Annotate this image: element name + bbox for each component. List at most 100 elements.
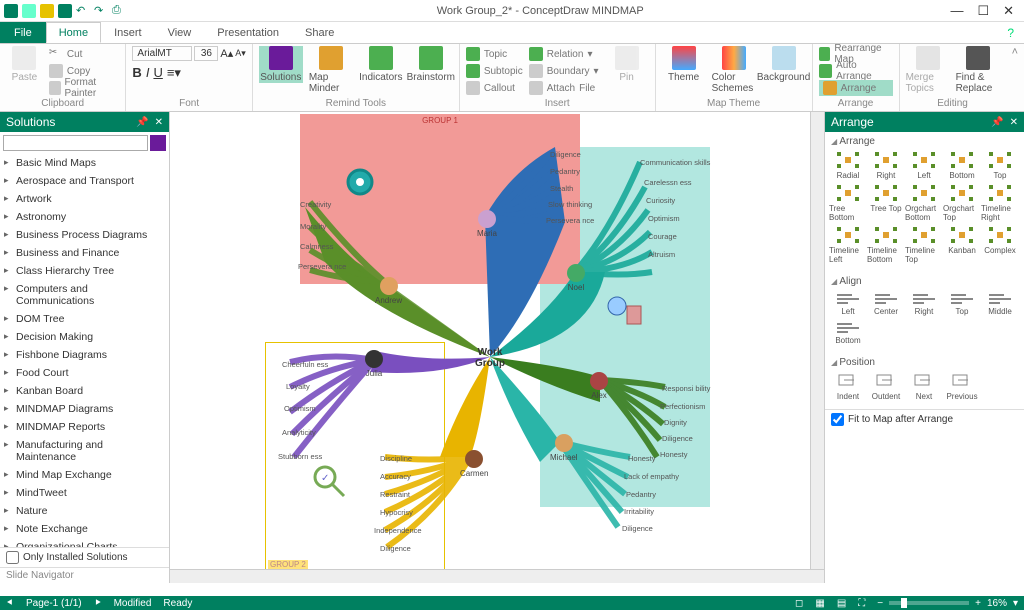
solutions-item[interactable]: Basic Mind Maps: [0, 154, 169, 172]
person-andrew[interactable]: Andrew: [375, 277, 402, 305]
trait-label[interactable]: Calmness: [300, 242, 333, 251]
arrange-item[interactable]: Left: [905, 151, 943, 180]
canvas[interactable]: GROUP 1 GROUP 2 ✓: [170, 112, 810, 569]
trait-label[interactable]: Pedantry: [550, 167, 580, 176]
open-icon[interactable]: [40, 4, 54, 18]
close-button[interactable]: ✕: [1003, 3, 1014, 19]
boundary-button[interactable]: Boundary▾: [529, 63, 599, 79]
arrange-item[interactable]: Bottom: [943, 151, 981, 180]
arrange-item[interactable]: Tree Bottom: [829, 184, 867, 222]
new-icon[interactable]: [22, 4, 36, 18]
status-next-icon[interactable]: ⯈: [94, 598, 102, 609]
trait-label[interactable]: Irritability: [624, 507, 654, 516]
trait-label[interactable]: Courage: [648, 232, 677, 241]
trait-label[interactable]: Honesty: [660, 450, 688, 459]
trait-label[interactable]: Independence: [374, 526, 422, 535]
status-view-icon-2[interactable]: ▦: [815, 598, 824, 609]
attach-button[interactable]: Attach File: [529, 80, 599, 96]
person-julia[interactable]: Julia: [365, 350, 383, 378]
trait-label[interactable]: Altruism: [648, 250, 675, 259]
trait-label[interactable]: Optimism: [284, 404, 316, 413]
find-replace-button[interactable]: Find & Replace: [956, 46, 1000, 94]
arrange-item[interactable]: Timeline Top: [905, 226, 943, 264]
font-size-select[interactable]: 36: [194, 46, 218, 61]
underline-button[interactable]: U: [153, 65, 162, 81]
trait-label[interactable]: Perfectionism: [660, 402, 705, 411]
brainstorm-button[interactable]: Brainstorm: [409, 46, 453, 83]
map-minder-button[interactable]: Map Minder: [309, 46, 353, 94]
solutions-item[interactable]: Business and Finance: [0, 244, 169, 262]
solutions-item[interactable]: Aerospace and Transport: [0, 172, 169, 190]
arrange-item[interactable]: Tree Top: [867, 184, 905, 222]
trait-label[interactable]: Cheerfuln ess: [282, 360, 328, 369]
trait-label[interactable]: Stubborn ess: [278, 452, 322, 461]
fit-to-map-checkbox[interactable]: Fit to Map after Arrange: [825, 409, 1024, 429]
theme-button[interactable]: Theme: [662, 46, 706, 83]
status-prev-icon[interactable]: ⯇: [6, 598, 14, 609]
trait-label[interactable]: Stealth: [550, 184, 573, 193]
zoom-control[interactable]: − + 16% ▾: [877, 598, 1018, 609]
trait-label[interactable]: Lack of empathy: [624, 472, 679, 481]
merge-topics-button[interactable]: Merge Topics: [906, 46, 950, 94]
trait-label[interactable]: Responsi bility: [662, 384, 710, 393]
redo-icon[interactable]: ↷: [94, 4, 108, 18]
maximize-button[interactable]: ☐: [977, 3, 989, 19]
status-view-icon-1[interactable]: ◻: [795, 598, 803, 609]
trait-label[interactable]: Morality: [300, 222, 326, 231]
trait-label[interactable]: Persevera nce: [298, 262, 346, 271]
solutions-item[interactable]: MindTweet: [0, 484, 169, 502]
arrange-item[interactable]: Complex: [981, 226, 1019, 264]
solutions-item[interactable]: DOM Tree: [0, 310, 169, 328]
arrange-item[interactable]: Timeline Right: [981, 184, 1019, 222]
solutions-item[interactable]: MINDMAP Reports: [0, 418, 169, 436]
arrange-item[interactable]: Orgchart Bottom: [905, 184, 943, 222]
only-installed-checkbox[interactable]: Only Installed Solutions: [0, 547, 169, 567]
solutions-item[interactable]: MINDMAP Diagrams: [0, 400, 169, 418]
trait-label[interactable]: Diligence: [380, 544, 411, 553]
arrange-item[interactable]: Orgchart Top: [943, 184, 981, 222]
trait-label[interactable]: Pedantry: [626, 490, 656, 499]
tab-home[interactable]: Home: [46, 22, 101, 43]
only-installed-input[interactable]: [6, 551, 19, 564]
slide-navigator[interactable]: Slide Navigator: [0, 567, 169, 583]
solutions-button[interactable]: Solutions: [259, 46, 303, 83]
arrange-item[interactable]: Right: [867, 151, 905, 180]
person-alex[interactable]: Alex: [590, 372, 608, 400]
background-button[interactable]: Background: [762, 46, 806, 83]
save-icon[interactable]: [58, 4, 72, 18]
trait-label[interactable]: Discipline: [380, 454, 412, 463]
color-schemes-button[interactable]: Color Schemes: [712, 46, 756, 94]
zoom-out-icon[interactable]: −: [877, 598, 883, 609]
trait-label[interactable]: Loyalty: [286, 382, 310, 391]
solutions-item[interactable]: Mind Map Exchange: [0, 466, 169, 484]
solutions-item[interactable]: Kanban Board: [0, 382, 169, 400]
align-item[interactable]: Bottom: [829, 320, 867, 345]
align-item[interactable]: Center: [867, 291, 905, 316]
decrease-font-icon[interactable]: A▾: [235, 48, 246, 59]
arrange-item[interactable]: Radial: [829, 151, 867, 180]
status-view-icon-3[interactable]: ▤: [837, 598, 846, 609]
position-item[interactable]: Outdent: [867, 372, 905, 401]
trait-label[interactable]: Honesty: [628, 454, 656, 463]
position-item[interactable]: Indent: [829, 372, 867, 401]
trait-label[interactable]: Communication skills: [640, 158, 710, 167]
trait-label[interactable]: Analyticity: [282, 428, 316, 437]
align-item[interactable]: Middle: [981, 291, 1019, 316]
format-painter-button[interactable]: Format Painter: [49, 80, 120, 96]
align-item[interactable]: Left: [829, 291, 867, 316]
solutions-item[interactable]: Computers and Communications: [0, 280, 169, 310]
zoom-in-icon[interactable]: +: [975, 598, 981, 609]
person-maria[interactable]: Maria: [477, 210, 497, 238]
solutions-item[interactable]: Nature: [0, 502, 169, 520]
solutions-item[interactable]: Decision Making: [0, 328, 169, 346]
paste-button[interactable]: Paste: [6, 46, 43, 83]
trait-label[interactable]: Carelessn ess: [644, 178, 692, 187]
auto-arrange-button[interactable]: Auto Arrange: [819, 63, 893, 79]
solutions-item[interactable]: Food Court: [0, 364, 169, 382]
align-item[interactable]: Right: [905, 291, 943, 316]
solutions-list[interactable]: Basic Mind MapsAerospace and TransportAr…: [0, 154, 169, 547]
panel-pin-icon[interactable]: 📌: [136, 117, 148, 128]
panel-close-icon[interactable]: ✕: [155, 117, 163, 128]
more-font-icon[interactable]: ≡▾: [167, 65, 181, 81]
trait-label[interactable]: Slow thinking: [548, 200, 592, 209]
